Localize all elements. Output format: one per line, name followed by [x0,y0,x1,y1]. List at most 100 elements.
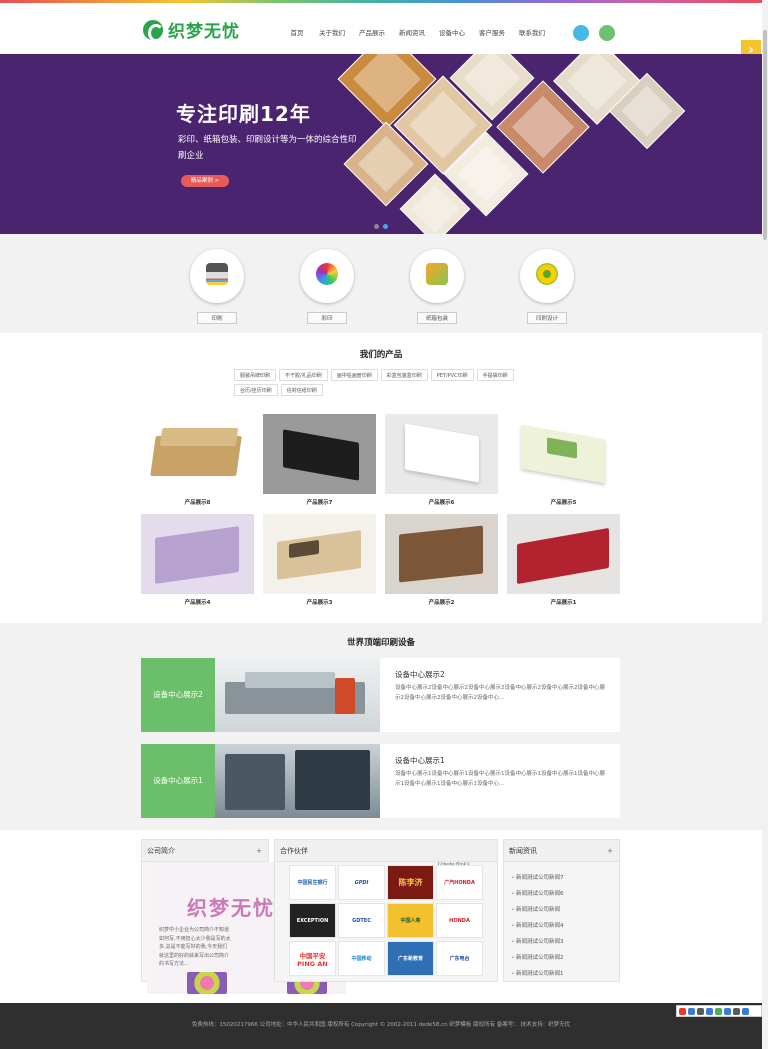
service-printing[interactable]: 印刷 [190,249,244,324]
product-card[interactable]: 产品展示2 [385,514,498,606]
product-card[interactable]: 产品展示3 [263,514,376,606]
partner-logo[interactable]: 中国平安 PING AN [289,941,336,976]
service-circle [190,249,244,303]
partner-logo[interactable]: HONDA [436,903,483,938]
product-image [141,514,254,594]
service-circle [410,249,464,303]
product-image [385,514,498,594]
news-panel: 新闻资讯 + 新闻测试公司新闻7 新闻测试公司新闻6 新闻测试公司新闻 新闻测试… [503,839,620,982]
machine-shape [245,672,335,688]
more-icon[interactable]: + [256,840,262,862]
box-shape [283,429,359,481]
flower-shape [187,972,227,994]
equipment-item[interactable]: 设备中心展示2 设备中心展示2 设备中心展示2设备中心展示2设备中心展示2设备中… [141,658,620,732]
nav-service[interactable]: 客户服务 [472,27,512,37]
partner-logo[interactable]: EXCEPTION [289,903,336,938]
nav-news[interactable]: 新闻资讯 [392,27,432,37]
social-icon-blue[interactable] [573,25,589,41]
equipment-tag: 设备中心展示2 [141,658,215,732]
news-item[interactable]: 新闻测试公司新闻7 [511,870,564,886]
toolbar-icon[interactable] [688,1007,695,1015]
shopping-bag-icon [426,263,448,285]
banner-title: 专注印刷12年 [176,102,311,126]
product-card[interactable]: 产品展示8 [141,414,254,506]
product-card[interactable]: 产品展示6 [385,414,498,506]
service-packaging[interactable]: 纸箱包装 [410,249,464,324]
footer-copyright: 免费热线：15020217966 公司地址：中华人民共和国 版权所有 Copyr… [191,1022,571,1028]
category-link[interactable]: 不干胶/礼品印刷 [279,369,328,381]
partner-logo[interactable]: 广汽HONDA [436,865,483,900]
category-link[interactable]: 台历/挂历印刷 [234,384,278,396]
equipment-description: 设备中心展示2设备中心展示2设备中心展示2设备中心展示2设备中心展示2设备中心展… [395,685,605,701]
news-item[interactable]: 新闻测试公司新闻4 [511,918,564,934]
product-card[interactable]: 产品展示1 [507,514,620,606]
toolbar-icon[interactable] [715,1007,722,1015]
partner-logo[interactable]: GPDI [338,865,385,900]
product-image [507,514,620,594]
about-description: 织梦中小企业为公司简介不知道如何写,不用担心太少我是写的太多,总是不能写好的我,… [159,927,231,967]
machine-shape [295,750,370,810]
category-link[interactable]: PET/PVC印刷 [430,369,474,381]
more-icon[interactable]: + [607,840,613,862]
product-name: 产品展示6 [428,500,455,506]
product-categories: 服装吊牌印刷 不干胶/礼品印刷 画中铅画册印刷 彩盒包装盒印刷 PET/PVC印… [234,369,534,396]
partner-logo[interactable]: 陈李济 [387,865,434,900]
sogou-icon[interactable] [679,1007,686,1015]
machine-shape [335,678,355,714]
product-card[interactable]: 产品展示5 [507,414,620,506]
page-scrollbar[interactable] [762,0,768,1049]
nav-products[interactable]: 产品展示 [352,27,392,37]
news-item[interactable]: 新闻测试公司新闻1 [511,966,564,982]
product-name: 产品展示7 [306,500,333,506]
site-logo[interactable]: 织梦无忧 [143,17,240,42]
nav-home[interactable]: 首页 [282,27,312,37]
partner-logo[interactable]: GDTEC [338,903,385,938]
category-link[interactable]: 服装吊牌印刷 [234,369,277,381]
partner-logo[interactable]: 中国人寿 [387,903,434,938]
product-card[interactable]: 产品展示4 [141,514,254,606]
banner-dot[interactable] [374,224,379,229]
banner-cases-button[interactable]: 精品案例 > [181,175,229,187]
service-color-printing[interactable]: 彩印 [300,249,354,324]
toolbar-icon[interactable] [706,1007,713,1015]
toolbar-icon[interactable] [733,1007,740,1015]
partner-logo[interactable]: 广东新教育 [387,941,434,976]
toolbar-icon[interactable] [724,1007,731,1015]
equipment-title-text[interactable]: 设备中心展示2 [395,669,445,680]
scrollbar-thumb[interactable] [763,30,767,240]
banner-dot-active[interactable] [383,224,388,229]
equipment-title-text[interactable]: 设备中心展示1 [395,755,445,766]
service-label: 印刷设计 [526,312,567,324]
about-panel-title: 公司简介 [147,847,175,855]
banner-subtitle: 彩印、纸箱包装、印刷设计等为一体的综合性印刷企业 [178,135,357,161]
service-label: 印刷 [197,312,237,324]
nav-equipment[interactable]: 设备中心 [432,27,472,37]
news-list: 新闻测试公司新闻7 新闻测试公司新闻6 新闻测试公司新闻 新闻测试公司新闻4 新… [511,870,564,982]
category-link[interactable]: 画中铅画册印刷 [330,369,378,381]
service-design[interactable]: 印刷设计 [520,249,574,324]
partner-logo[interactable]: 中国移动 [338,941,385,976]
category-link[interactable]: 信封信纸印刷 [280,384,323,396]
social-icon-green[interactable] [599,25,615,41]
partner-logo[interactable]: 广东电台 [436,941,483,976]
product-name: 产品展示1 [550,600,577,606]
news-item[interactable]: 新闻测试公司新闻3 [511,934,564,950]
nav-about[interactable]: 关于我们 [312,27,352,37]
product-name: 产品展示8 [184,500,211,506]
site-header: 织梦无忧 首页 关于我们 产品展示 新闻资讯 设备中心 客户服务 联系我们 [0,3,768,53]
category-link[interactable]: 彩盒包装盒印刷 [380,369,428,381]
news-item[interactable]: 新闻测试公司新闻 [511,902,564,918]
hero-banner: 专注印刷12年 彩印、纸箱包装、印刷设计等为一体的综合性印刷企业 精品案例 > [0,54,762,234]
category-link[interactable]: 手提袋印刷 [476,369,514,381]
nav-contact[interactable]: 联系我们 [512,27,552,37]
about-panel-header: 公司简介 + [142,840,268,862]
toolbar-icon[interactable] [742,1007,749,1015]
news-item[interactable]: 新闻测试公司新闻6 [511,886,564,902]
product-card[interactable]: 产品展示7 [263,414,376,506]
product-name: 产品展示4 [184,600,211,606]
equipment-item[interactable]: 设备中心展示1 设备中心展示1 设备中心展示1设备中心展示1设备中心展示1设备中… [141,744,620,818]
toolbar-icon[interactable] [697,1007,704,1015]
partner-logo[interactable]: 中国民生银行 [289,865,336,900]
news-item[interactable]: 新闻测试公司新闻2 [511,950,564,966]
partners-panel-title: 合作伙伴 [280,847,308,855]
